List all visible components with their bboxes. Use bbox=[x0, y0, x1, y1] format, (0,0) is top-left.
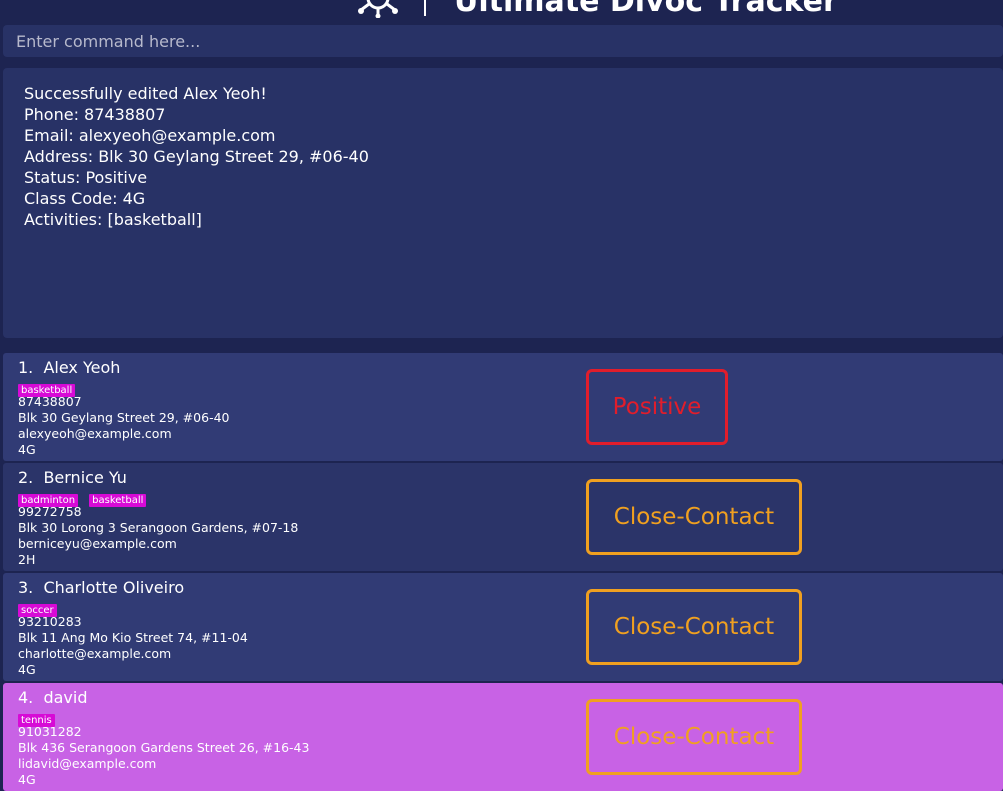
person-index: 3. bbox=[18, 578, 34, 597]
person-address: Blk 30 Geylang Street 29, #06-40 bbox=[18, 410, 230, 425]
person-phone: 93210283 bbox=[18, 614, 82, 629]
activity-tag: basketball bbox=[89, 494, 147, 507]
command-input[interactable] bbox=[3, 25, 1003, 57]
person-class-code: 4G bbox=[18, 772, 36, 787]
person-title: 3. Charlotte Oliveiro bbox=[18, 579, 184, 597]
person-name: david bbox=[43, 688, 88, 707]
header-divider bbox=[424, 0, 426, 16]
person-name: Charlotte Oliveiro bbox=[43, 578, 185, 597]
person-address: Blk 436 Serangoon Gardens Street 26, #16… bbox=[18, 740, 310, 755]
result-line: Status: Positive bbox=[24, 168, 148, 187]
person-email: charlotte@example.com bbox=[18, 646, 172, 661]
person-title: 2. Bernice Yu bbox=[18, 469, 127, 487]
person-card[interactable]: 3. Charlotte Oliveiro soccer 93210283 Bl… bbox=[3, 573, 1003, 681]
person-title: 4. david bbox=[18, 689, 87, 707]
result-line: Class Code: 4G bbox=[24, 189, 146, 208]
person-class-code: 4G bbox=[18, 442, 36, 457]
person-title: 1. Alex Yeoh bbox=[18, 359, 120, 377]
person-card[interactable]: 2. Bernice Yu badminton basketball 99272… bbox=[3, 463, 1003, 571]
person-card[interactable]: 1. Alex Yeoh basketball 87438807 Blk 30 … bbox=[3, 353, 1003, 461]
result-line: Phone: 87438807 bbox=[24, 105, 166, 124]
result-line: Email: alexyeoh@example.com bbox=[24, 126, 276, 145]
person-address: Blk 11 Ang Mo Kio Street 74, #11-04 bbox=[18, 630, 248, 645]
result-display: Successfully edited Alex Yeoh! Phone: 87… bbox=[3, 68, 1003, 338]
status-badge: Positive bbox=[586, 369, 728, 445]
person-phone: 91031282 bbox=[18, 724, 82, 739]
person-email: alexyeoh@example.com bbox=[18, 426, 172, 441]
person-class-code: 4G bbox=[18, 662, 36, 677]
command-box bbox=[3, 25, 1003, 57]
person-class-code: 2H bbox=[18, 552, 36, 567]
person-card-selected[interactable]: 4. david tennis 91031282 Blk 436 Serango… bbox=[3, 683, 1003, 791]
result-line: Activities: [basketball] bbox=[24, 210, 202, 229]
person-email: lidavid@example.com bbox=[18, 756, 157, 771]
tag-list: basketball bbox=[18, 378, 81, 397]
person-index: 2. bbox=[18, 468, 34, 487]
status-badge: Close-Contact bbox=[586, 699, 802, 775]
person-name: Bernice Yu bbox=[43, 468, 127, 487]
result-line: Successfully edited Alex Yeoh! bbox=[24, 84, 267, 103]
person-index: 1. bbox=[18, 358, 34, 377]
person-phone: 99272758 bbox=[18, 504, 82, 519]
status-badge: Close-Contact bbox=[586, 479, 802, 555]
tag-list: soccer bbox=[18, 598, 63, 617]
result-line: Address: Blk 30 Geylang Street 29, #06-4… bbox=[24, 147, 369, 166]
person-phone: 87438807 bbox=[18, 394, 82, 409]
tag-list: badminton basketball bbox=[18, 488, 152, 507]
virus-icon bbox=[358, 0, 398, 18]
person-index: 4. bbox=[18, 688, 34, 707]
person-email: berniceyu@example.com bbox=[18, 536, 177, 551]
app-header: Ultimate Divoc Tracker bbox=[0, 0, 1003, 22]
tag-list: tennis bbox=[18, 708, 61, 727]
person-address: Blk 30 Lorong 3 Serangoon Gardens, #07-1… bbox=[18, 520, 299, 535]
status-badge: Close-Contact bbox=[586, 589, 802, 665]
app-title: Ultimate Divoc Tracker bbox=[454, 0, 838, 19]
person-name: Alex Yeoh bbox=[43, 358, 121, 377]
